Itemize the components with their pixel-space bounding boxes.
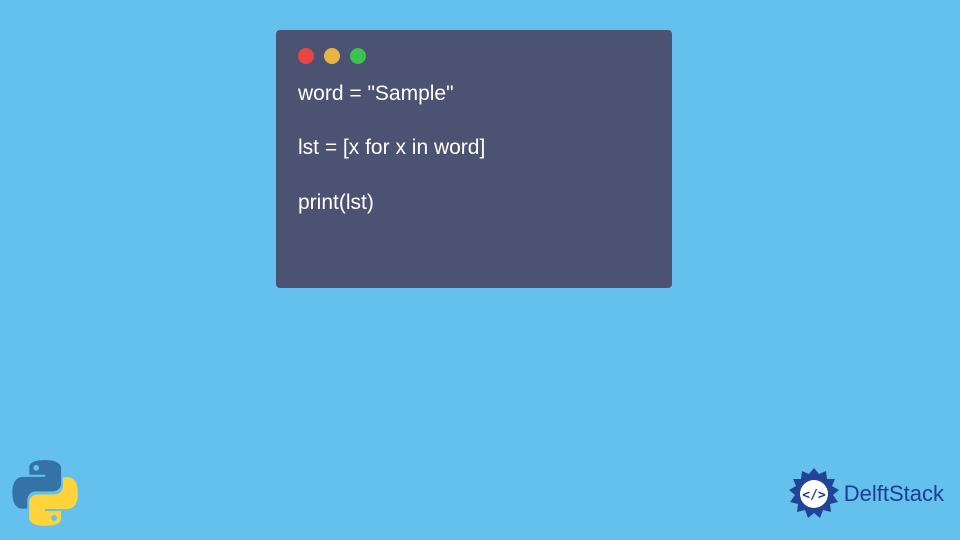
close-dot-icon xyxy=(298,48,314,64)
delftstack-text: DelftStack xyxy=(844,481,944,507)
code-line-2 xyxy=(298,107,650,134)
code-line-3: lst = [x for x in word] xyxy=(298,134,650,161)
code-line-4 xyxy=(298,162,650,189)
delftstack-logo: </> DelftStack xyxy=(786,466,944,522)
python-logo-icon xyxy=(12,460,78,526)
svg-text:</>: </> xyxy=(802,488,826,503)
maximize-dot-icon xyxy=(350,48,366,64)
code-window: word = "Sample" lst = [x for x in word] … xyxy=(276,30,672,288)
window-controls xyxy=(298,48,650,64)
minimize-dot-icon xyxy=(324,48,340,64)
code-line-1: word = "Sample" xyxy=(298,80,650,107)
code-content: word = "Sample" lst = [x for x in word] … xyxy=(298,80,650,216)
code-line-5: print(lst) xyxy=(298,189,650,216)
delftstack-badge-icon: </> xyxy=(786,466,842,522)
